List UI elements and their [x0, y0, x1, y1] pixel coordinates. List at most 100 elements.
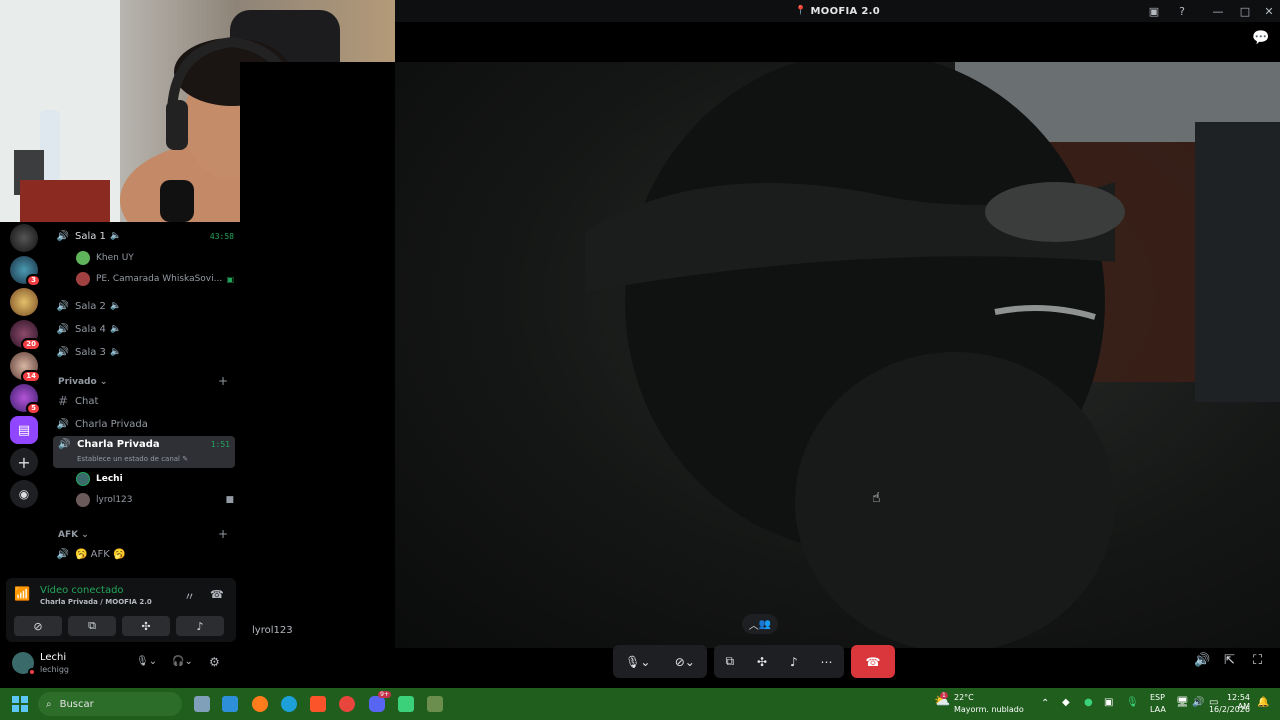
fullscreen-icon[interactable]: ⛶ — [1253, 653, 1262, 668]
brave-icon[interactable] — [310, 696, 326, 712]
activities-icon[interactable]: ✣ — [757, 655, 767, 669]
weather-icon[interactable]: ⛅ 1 — [934, 692, 950, 709]
camera-off-icon: ⊘ — [33, 619, 43, 633]
chrome-icon[interactable] — [339, 696, 355, 712]
screen-share-icon[interactable]: ⧉ — [725, 654, 734, 669]
user-panel: Lechi lechigg 🎙⌄ 🎧⌄ ⚙ — [6, 644, 236, 684]
voice-channel-sala-4[interactable]: 🔊 Sala 4 🔈 — [56, 319, 234, 339]
status-dnd-icon — [28, 668, 36, 676]
voice-channel-sala-1[interactable]: 🔊 Sala 1 🔈 43:58 — [56, 226, 234, 246]
camera-off-button[interactable]: ⊘⌄ — [675, 655, 695, 669]
volume-icon[interactable]: 🔊 — [1194, 653, 1210, 668]
volume-icon: 🔈 — [109, 231, 122, 241]
add-server-icon[interactable]: + — [10, 448, 38, 476]
steam-icon[interactable]: ◆ — [1062, 697, 1070, 708]
hang-up-button[interactable]: ☎ — [851, 645, 895, 678]
voice-member[interactable]: Lechi — [76, 470, 123, 488]
category-privado[interactable]: Privado ⌄ — [58, 377, 107, 387]
create-channel-icon[interactable]: + — [218, 527, 228, 541]
taskbar-search-box[interactable]: ⌕ Buscar — [38, 692, 182, 716]
activity-icon: ▣ — [226, 274, 234, 284]
voice-channel-info[interactable]: Charla Privada / MOOFIA 2.0 — [40, 598, 152, 606]
voice-channel-charla-privada[interactable]: 🔊 Charla Privada — [56, 414, 234, 434]
close-button[interactable]: ✕ — [1262, 4, 1276, 18]
voice-channel-afk[interactable]: 🔊 🥱 AFK 🥱 — [56, 544, 234, 564]
server-icon[interactable] — [10, 288, 38, 316]
category-afk[interactable]: AFK ⌄ — [58, 530, 89, 540]
voice-channel-sala-3[interactable]: 🔊 Sala 3 🔈 — [56, 342, 234, 362]
soundboard-icon[interactable]: ♪ — [790, 655, 798, 669]
soundboard-button[interactable]: ♪ — [176, 616, 224, 636]
tray-app-icon[interactable]: ▣ — [1104, 697, 1113, 708]
popout-icon[interactable]: ⇱ — [1224, 653, 1235, 668]
chevron-down-icon: ⌄ — [81, 530, 89, 540]
chevron-down-icon: ⌄ — [99, 377, 108, 387]
disconnect-icon[interactable]: ☎ — [210, 588, 224, 601]
maximize-button[interactable]: □ — [1238, 4, 1252, 18]
speaker-lock-icon: 🔊 — [56, 418, 70, 430]
tray-mic-icon[interactable]: 🎙 — [1126, 697, 1139, 708]
create-channel-icon[interactable]: + — [218, 374, 228, 388]
discord-icon[interactable]: 9+ — [369, 691, 391, 712]
activities-button[interactable]: ✣ — [122, 616, 170, 636]
voice-member[interactable]: PE. Camarada WhiskaSovi... ▣ — [76, 270, 234, 288]
voice-channel-sala-2[interactable]: 🔊 Sala 2 🔈 — [56, 296, 234, 316]
phone-hangup-icon: ☎ — [865, 654, 881, 669]
call-timer: 43:58 — [209, 231, 234, 241]
volume-icon: 🔈 — [109, 324, 122, 334]
microphone-icon[interactable]: 🎙⌄ — [136, 656, 157, 667]
notification-bell-icon[interactable]: 🔔 — [1257, 697, 1269, 708]
voice-member[interactable]: Khen UY — [76, 249, 134, 267]
noise-suppression-icon[interactable]: 〃 — [184, 588, 195, 604]
app-icon[interactable] — [427, 696, 443, 712]
speaker-icon: 🔊 — [58, 439, 71, 450]
inbox-icon[interactable]: ▣ — [1147, 4, 1161, 18]
participant-video-feed[interactable] — [395, 62, 1280, 648]
voice-member[interactable]: lyrol123 ■ — [76, 491, 234, 509]
settings-gear-icon[interactable]: ⚙ — [209, 655, 220, 669]
language-indicator[interactable]: ESP — [1150, 693, 1165, 702]
video-participant-label: lyrol123 — [252, 625, 293, 636]
discover-icon[interactable]: ◉ — [10, 480, 38, 508]
speaker-icon: 🔊 — [56, 230, 70, 242]
server-icon[interactable]: 14 — [10, 352, 41, 383]
text-channel-chat[interactable]: # Chat — [56, 391, 234, 411]
app-icon[interactable] — [398, 696, 414, 712]
signal-icon: 📶 — [14, 587, 31, 602]
server-icon[interactable]: 5 — [10, 384, 41, 415]
server-icon[interactable]: 20 — [10, 320, 41, 351]
store-app-icon[interactable] — [222, 696, 238, 712]
headphones-icon[interactable]: 🎧⌄ — [172, 656, 193, 667]
chevron-up-icon[interactable]: ⌃ — [1041, 698, 1049, 709]
edge-icon[interactable] — [281, 696, 297, 712]
more-options-icon[interactable]: ⋯ — [821, 655, 833, 669]
volume-icon: 🔈 — [109, 301, 122, 311]
firefox-icon[interactable] — [252, 696, 268, 712]
tray-green-icon[interactable]: ● — [1084, 697, 1093, 708]
server-icon[interactable] — [10, 224, 38, 252]
task-view-icon[interactable] — [194, 696, 210, 712]
soundboard-icon: ♪ — [196, 619, 204, 633]
twitch-icon[interactable]: ▤ — [10, 416, 38, 444]
volume-icon: 🔈 — [109, 347, 122, 357]
minimize-button[interactable]: — — [1211, 4, 1225, 18]
microphone-button[interactable]: 🎙⌄ — [625, 655, 650, 669]
screen-share-button[interactable]: ⧉ — [68, 616, 116, 636]
show-participants-button[interactable]: ︿ 👥 — [742, 614, 778, 634]
speaker-icon: 🔊 — [56, 300, 70, 312]
set-channel-status[interactable]: Establece un estado de canal ✎ — [77, 455, 188, 463]
username: Lechi — [40, 652, 67, 663]
window-title: MOOFIA 2.0 — [810, 5, 880, 17]
windows-start-icon[interactable] — [12, 696, 28, 712]
voice-channel-charla-privada-active[interactable]: 🔊 Charla Privada 1:51 Establece un estad… — [53, 436, 235, 468]
server-icon[interactable]: 3 — [10, 256, 41, 287]
help-icon[interactable]: ? — [1175, 4, 1189, 18]
hashtag-icon: # — [57, 394, 69, 408]
chat-bubble-icon[interactable]: 💬 — [1252, 30, 1269, 46]
screen-share-icon: ⧉ — [88, 619, 96, 632]
camera-icon: ■ — [225, 495, 234, 505]
video-toggle-button[interactable]: ⊘ — [14, 616, 62, 636]
speaker-icon[interactable]: 🔊 — [1192, 697, 1204, 708]
network-icon[interactable]: 🖥 — [1176, 697, 1189, 708]
pencil-icon: ✎ — [182, 455, 189, 463]
